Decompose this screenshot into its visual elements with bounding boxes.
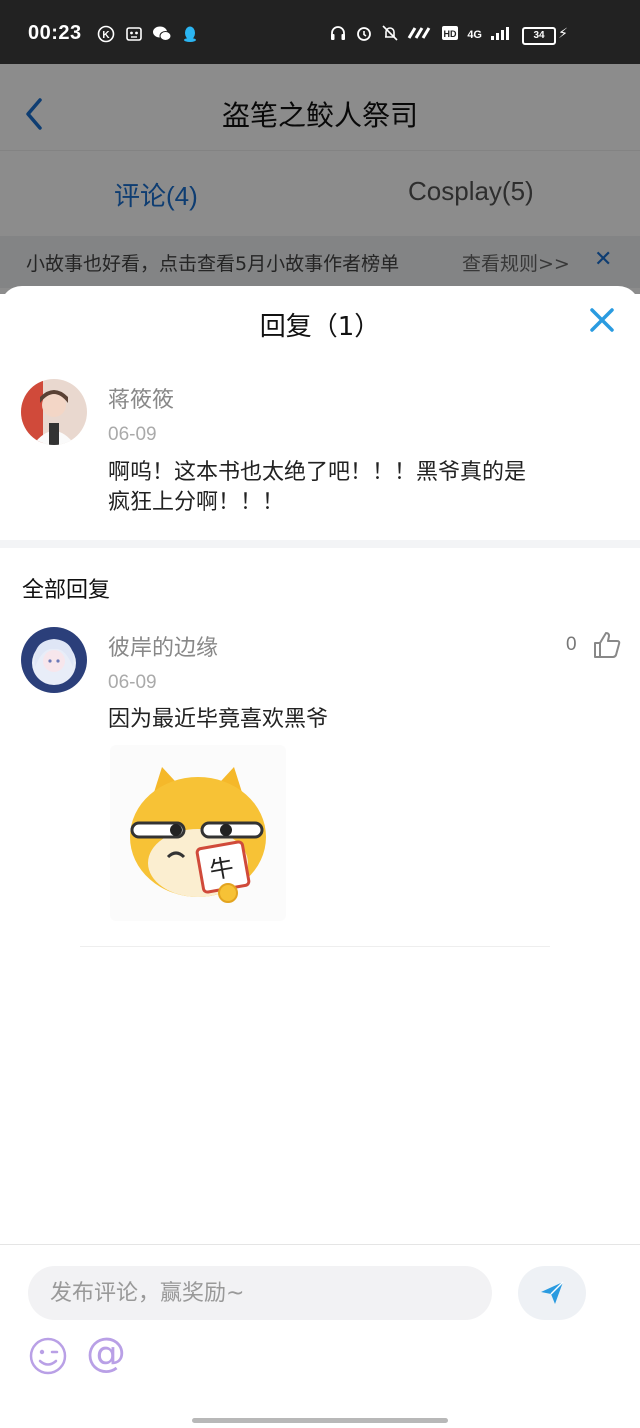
status-bar: 00:23 K HD 4G 34 ⚡ bbox=[0, 0, 640, 64]
reply-text: 因为最近毕竟喜欢黑爷 bbox=[108, 707, 329, 732]
sheet-close-button[interactable] bbox=[588, 306, 616, 334]
section-divider bbox=[0, 540, 640, 548]
reply-avatar[interactable] bbox=[21, 627, 87, 693]
smiley-icon bbox=[29, 1337, 67, 1375]
wechat-icon bbox=[152, 24, 172, 44]
comment-text-line1: 啊呜！这本书也太绝了吧！！！黑爷真的是 bbox=[108, 460, 527, 485]
reply-date: 06-09 bbox=[108, 672, 157, 693]
charging-icon: ⚡ bbox=[558, 26, 568, 42]
mention-button[interactable]: @ bbox=[86, 1330, 126, 1376]
network-label: 4G bbox=[467, 29, 482, 41]
avatar[interactable] bbox=[21, 379, 87, 445]
sticker-caption: 牛 bbox=[207, 853, 235, 885]
comment-author[interactable]: 蒋筱筱 bbox=[108, 382, 174, 414]
svg-text:HD: HD bbox=[444, 29, 457, 39]
close-icon bbox=[590, 308, 614, 332]
emoji-button[interactable] bbox=[28, 1336, 68, 1376]
battery-icon: 34 bbox=[522, 27, 556, 45]
status-time: 00:23 bbox=[28, 22, 82, 44]
headphones-icon bbox=[329, 24, 347, 46]
send-button[interactable] bbox=[518, 1266, 586, 1320]
comment-date: 06-09 bbox=[108, 424, 157, 445]
signal-icon bbox=[407, 26, 433, 44]
cell-bars-icon bbox=[490, 26, 510, 44]
like-button[interactable] bbox=[592, 630, 622, 660]
like-count: 0 bbox=[566, 634, 577, 655]
battery-level: 34 bbox=[533, 30, 545, 41]
comment-text-line2: 疯狂上分啊！！！ bbox=[108, 490, 285, 515]
comment-text: 啊呜！这本书也太绝了吧！！！黑爷真的是 疯狂上分啊！！！ bbox=[108, 458, 526, 518]
home-indicator[interactable] bbox=[192, 1418, 448, 1423]
status-right-icons: HD 4G bbox=[329, 24, 510, 46]
hd-icon: HD bbox=[441, 25, 459, 45]
qq-icon bbox=[180, 24, 200, 44]
status-left-icons: K bbox=[96, 24, 200, 44]
reply-sticker-image[interactable]: 牛 bbox=[110, 745, 286, 921]
send-icon bbox=[541, 1281, 564, 1304]
modal-overlay[interactable] bbox=[0, 64, 640, 294]
k-icon: K bbox=[96, 24, 116, 44]
reply-divider bbox=[80, 946, 550, 947]
svg-text:K: K bbox=[102, 30, 110, 41]
robot-icon bbox=[124, 24, 144, 44]
mute-icon bbox=[381, 24, 399, 46]
comment-input[interactable] bbox=[28, 1266, 492, 1320]
thumbs-up-icon bbox=[594, 632, 621, 658]
reply-author[interactable]: 彼岸的边缘 bbox=[108, 630, 218, 662]
section-title: 全部回复 bbox=[22, 578, 111, 603]
sheet-title: 回复（1） bbox=[259, 312, 381, 342]
alarm-icon bbox=[355, 24, 373, 46]
